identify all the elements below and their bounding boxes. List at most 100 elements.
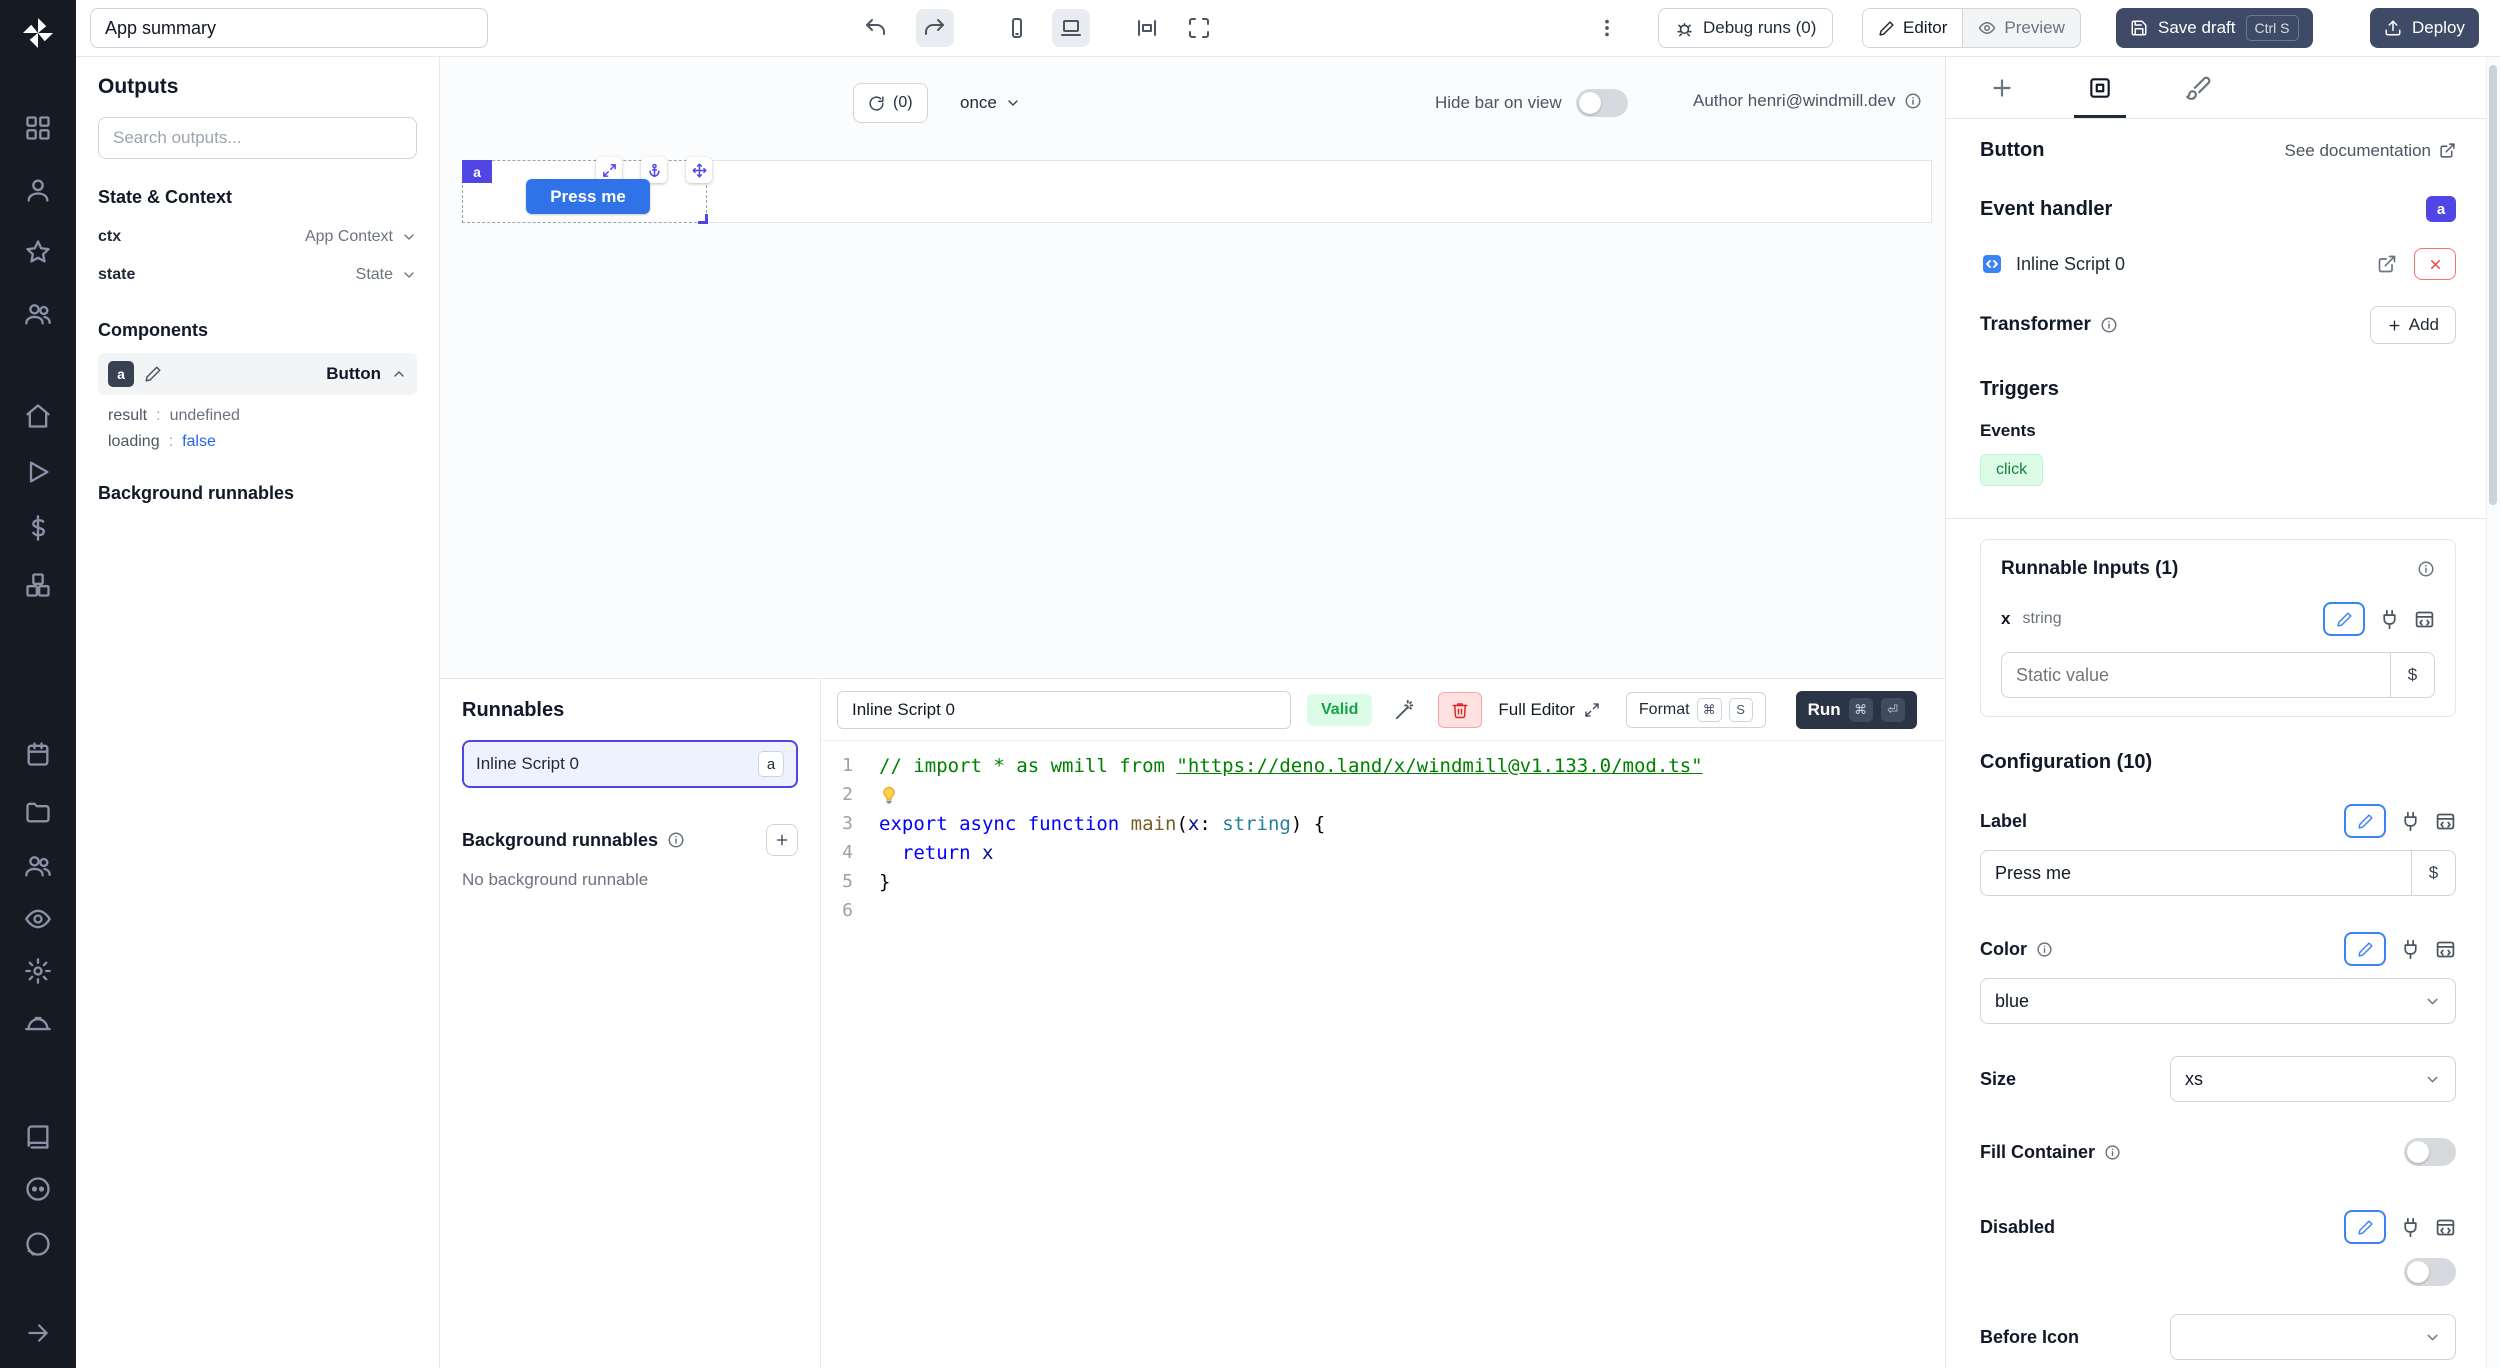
- lightbulb-icon[interactable]: [879, 785, 899, 805]
- component-badge: a: [2426, 196, 2456, 222]
- runnable-item-inline-script-0[interactable]: Inline Script 0 a: [462, 740, 798, 788]
- sidebar-item-variables[interactable]: [15, 506, 61, 550]
- script-name-input[interactable]: [837, 691, 1291, 729]
- sidebar-item-settings[interactable]: [15, 949, 61, 993]
- mobile-view-button[interactable]: [998, 9, 1036, 47]
- fit-view-button[interactable]: [1180, 9, 1218, 47]
- preview-tab[interactable]: Preview: [1963, 9, 2079, 47]
- color-eval-mode-button[interactable]: [2435, 939, 2456, 960]
- sidebar-item-groups[interactable]: [15, 292, 61, 336]
- sidebar-item-user[interactable]: [15, 168, 61, 212]
- sidebar-item-members[interactable]: [15, 844, 61, 888]
- before-icon-select[interactable]: [2170, 1314, 2456, 1360]
- more-menu-button[interactable]: [1588, 9, 1626, 47]
- sidebar-item-favorites[interactable]: [15, 230, 61, 274]
- desktop-view-button[interactable]: [1052, 9, 1090, 47]
- save-draft-button[interactable]: Save draft Ctrl S: [2116, 8, 2313, 48]
- static-value-input[interactable]: [2002, 665, 2390, 686]
- disabled-static-mode-button[interactable]: [2344, 1210, 2386, 1244]
- chevron-up-icon[interactable]: [391, 366, 407, 382]
- connect-input-mode-button[interactable]: [2379, 609, 2400, 630]
- save-draft-label: Save draft: [2158, 18, 2236, 38]
- info-icon[interactable]: [1904, 92, 1922, 110]
- sidebar-item-home[interactable]: [15, 394, 61, 438]
- align-center-button[interactable]: [1128, 9, 1166, 47]
- sidebar-item-schedules[interactable]: [15, 732, 61, 776]
- fill-container-toggle[interactable]: [2404, 1138, 2456, 1166]
- insert-component-tab[interactable]: [1976, 57, 2028, 118]
- template-dollar-button[interactable]: $: [2390, 653, 2434, 697]
- info-icon[interactable]: [667, 831, 685, 849]
- sidebar-collapse-button[interactable]: [15, 1311, 61, 1355]
- label-value-input[interactable]: [1981, 863, 2411, 884]
- component-row-a[interactable]: a Button: [98, 353, 417, 395]
- state-row[interactable]: state State: [98, 260, 417, 290]
- sidebar-item-runs[interactable]: [15, 450, 61, 494]
- component-settings-tab[interactable]: [2074, 57, 2126, 118]
- color-static-mode-button[interactable]: [2344, 932, 2386, 966]
- app-canvas[interactable]: (0) once Hide bar on view Author henri@w…: [440, 57, 1945, 678]
- disabled-eval-mode-button[interactable]: [2435, 1217, 2456, 1238]
- scrollbar-thumb[interactable]: [2489, 65, 2497, 505]
- info-icon[interactable]: [2104, 1144, 2121, 1161]
- ai-assistant-button[interactable]: [1388, 693, 1422, 727]
- run-button[interactable]: Run ⌘ ⏎: [1796, 691, 1917, 729]
- label-connect-mode-button[interactable]: [2400, 811, 2421, 832]
- editor-tab[interactable]: Editor: [1863, 9, 1963, 47]
- see-documentation-link[interactable]: See documentation: [2285, 141, 2457, 161]
- eval-input-mode-button[interactable]: [2414, 609, 2435, 630]
- close-icon: [2428, 257, 2443, 272]
- move-component-button[interactable]: [686, 157, 712, 183]
- debug-runs-button[interactable]: Debug runs (0): [1658, 8, 1833, 48]
- ctx-row[interactable]: ctx App Context: [98, 222, 417, 252]
- disabled-connect-mode-button[interactable]: [2400, 1217, 2421, 1238]
- sidebar-item-discord[interactable]: [15, 1167, 61, 1211]
- resize-handle[interactable]: [698, 214, 708, 224]
- add-background-runnable-button[interactable]: [766, 824, 798, 856]
- code-window-icon: [2435, 811, 2456, 832]
- disabled-toggle[interactable]: [2404, 1258, 2456, 1286]
- open-script-button[interactable]: [2372, 249, 2402, 279]
- sidebar-item-docs[interactable]: [15, 1115, 61, 1159]
- deploy-button[interactable]: Deploy: [2370, 8, 2479, 48]
- code-comment-url[interactable]: "https://deno.land/x/windmill@v1.133.0/m…: [1176, 755, 1702, 777]
- hide-bar-toggle[interactable]: [1576, 89, 1628, 117]
- dollar-icon: [24, 514, 52, 542]
- redo-button[interactable]: [916, 9, 954, 47]
- static-input-mode-button[interactable]: [2323, 602, 2365, 636]
- recompute-button[interactable]: (0): [853, 83, 928, 123]
- template-dollar-button[interactable]: $: [2411, 851, 2455, 895]
- pencil-icon[interactable]: [144, 365, 162, 383]
- sidebar-item-audit[interactable]: [15, 897, 61, 941]
- code-punct: :: [1199, 813, 1222, 835]
- styling-tab[interactable]: [2172, 57, 2224, 118]
- frequency-dropdown[interactable]: once: [960, 83, 1021, 123]
- full-editor-button[interactable]: Full Editor: [1498, 700, 1600, 720]
- app-summary-input[interactable]: [90, 8, 488, 48]
- sidebar-item-grid[interactable]: [15, 106, 61, 150]
- inspector-scrollbar[interactable]: [2486, 57, 2500, 1368]
- attached-script-row[interactable]: Inline Script 0: [1980, 248, 2456, 280]
- detach-script-button[interactable]: [2414, 248, 2456, 280]
- sidebar-item-github[interactable]: [15, 1222, 61, 1266]
- label-eval-mode-button[interactable]: [2435, 811, 2456, 832]
- sidebar-item-folders[interactable]: [15, 790, 61, 834]
- search-outputs-input[interactable]: [98, 117, 417, 159]
- sidebar-item-workers[interactable]: [15, 1003, 61, 1047]
- format-button[interactable]: Format ⌘ S: [1626, 692, 1766, 728]
- code-line-2: 2: [821, 780, 1945, 809]
- delete-script-button[interactable]: [1438, 692, 1482, 728]
- info-icon[interactable]: [2417, 560, 2435, 578]
- color-select[interactable]: blue: [1980, 978, 2456, 1024]
- sidebar-item-resources[interactable]: [15, 563, 61, 607]
- add-transformer-button[interactable]: Add: [2370, 306, 2456, 344]
- undo-button[interactable]: [856, 9, 894, 47]
- windmill-logo[interactable]: [20, 15, 56, 51]
- code-area[interactable]: 1 // import * as wmill from "https://den…: [821, 741, 1945, 925]
- press-me-button[interactable]: Press me: [526, 179, 650, 214]
- info-icon[interactable]: [2100, 316, 2118, 334]
- color-connect-mode-button[interactable]: [2400, 939, 2421, 960]
- info-icon[interactable]: [2036, 941, 2053, 958]
- size-select[interactable]: xs: [2170, 1056, 2456, 1102]
- label-static-mode-button[interactable]: [2344, 804, 2386, 838]
